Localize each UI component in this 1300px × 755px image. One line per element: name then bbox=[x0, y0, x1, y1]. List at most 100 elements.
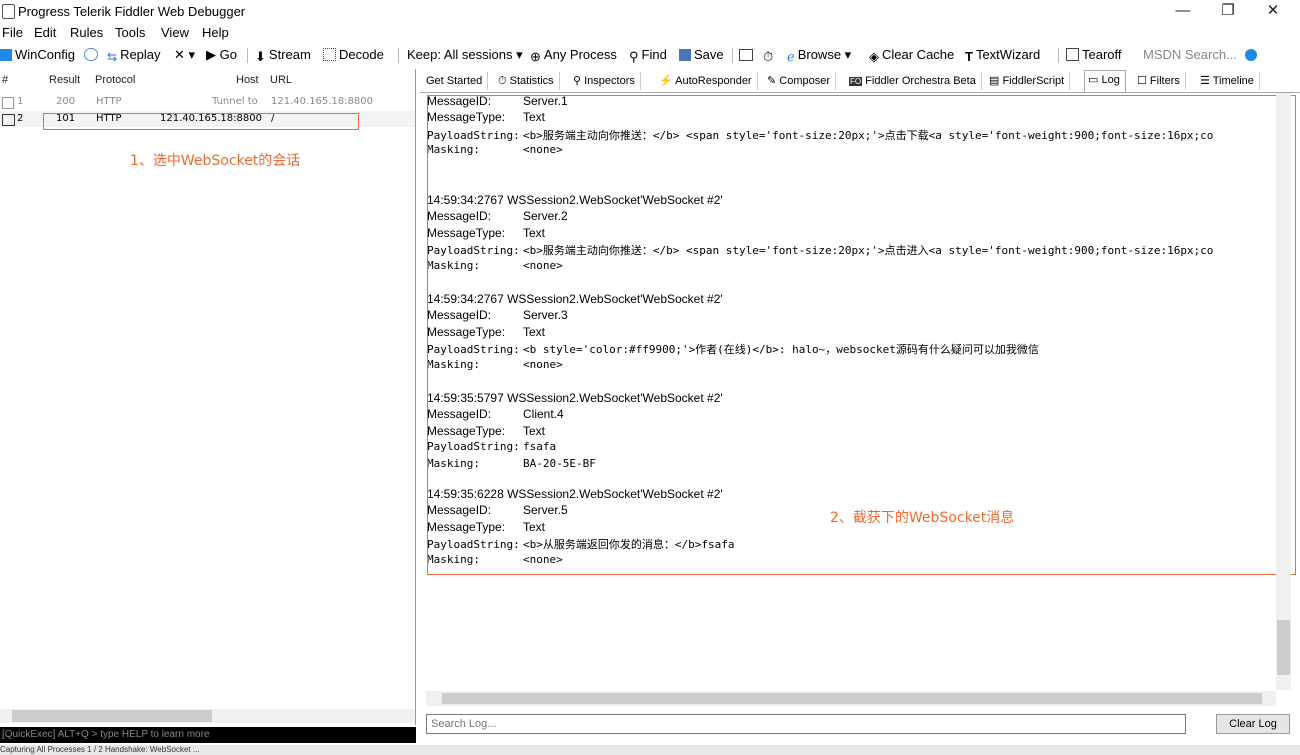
tab-fiddler-orchestra[interactable]: FO Fiddler Orchestra Beta bbox=[846, 72, 982, 90]
column-header-protocol[interactable]: Protocol bbox=[95, 74, 135, 86]
decode-button[interactable]: Decode bbox=[323, 47, 384, 62]
tab-get-started[interactable]: Get Started bbox=[423, 72, 489, 90]
toolbar: WinConfig ⇆ Replay ✕ ▾ ▶ Go ⬇ Stream Decod… bbox=[0, 43, 1300, 67]
help-button[interactable] bbox=[1245, 47, 1260, 62]
title-bar: Progress Telerik Fiddler Web Debugger — … bbox=[0, 0, 1300, 22]
tearoff-icon bbox=[1066, 48, 1079, 61]
column-header-host[interactable]: Host bbox=[236, 74, 259, 86]
tearoff-button[interactable]: Tearoff bbox=[1066, 47, 1122, 62]
stopwatch-icon: ⏱ bbox=[498, 75, 510, 87]
toolbar-separator bbox=[247, 48, 248, 63]
menu-file[interactable]: File bbox=[2, 25, 23, 40]
tab-inspectors-label: Inspectors bbox=[584, 75, 635, 87]
stream-button[interactable]: ⬇ Stream bbox=[255, 47, 311, 64]
log-icon: ▭ bbox=[1088, 74, 1102, 86]
decode-icon bbox=[323, 48, 336, 61]
tearoff-label: Tearoff bbox=[1082, 47, 1122, 62]
timer-button[interactable]: ⏱ bbox=[763, 47, 776, 64]
eraser-icon: ◈ bbox=[869, 49, 879, 64]
decode-label: Decode bbox=[339, 47, 384, 62]
winconfig-label: WinConfig bbox=[15, 47, 75, 62]
any-process-label: Any Process bbox=[543, 47, 617, 62]
composer-icon: ✎ bbox=[767, 75, 780, 87]
session-row[interactable]: 1 200 HTTP Tunnel to 121.40.165.18:8800 bbox=[0, 94, 415, 110]
msdn-search-input[interactable]: MSDN Search... bbox=[1143, 47, 1237, 62]
tab-log[interactable]: ▭ Log bbox=[1084, 70, 1126, 92]
log-vscrollbar[interactable] bbox=[1276, 93, 1291, 690]
camera-icon bbox=[739, 49, 753, 61]
help-icon bbox=[1245, 49, 1257, 61]
save-label: Save bbox=[694, 47, 724, 62]
inspector-tabs: Get Started ⏱ Statistics ⚲ Inspectors ⚡ … bbox=[420, 70, 1300, 93]
menu-edit[interactable]: Edit bbox=[34, 25, 56, 40]
scroll-thumb[interactable] bbox=[12, 710, 212, 722]
minimize-button[interactable]: — bbox=[1160, 0, 1206, 22]
timer-icon: ⏱ bbox=[763, 49, 774, 64]
windows-icon bbox=[0, 49, 12, 61]
session-host: Tunnel to bbox=[212, 96, 258, 107]
tab-timeline-label: Timeline bbox=[1212, 75, 1254, 87]
session-num: 1 bbox=[17, 96, 24, 107]
tab-inspectors[interactable]: ⚲ Inspectors bbox=[570, 72, 641, 90]
screenshot-button[interactable] bbox=[739, 47, 756, 62]
menu-tools[interactable]: Tools bbox=[115, 25, 145, 40]
toolbar-separator bbox=[398, 48, 399, 63]
tab-fiddlerscript[interactable]: ▤ FiddlerScript bbox=[986, 72, 1071, 90]
remove-button[interactable]: ✕ ▾ bbox=[174, 47, 195, 63]
scroll-thumb[interactable] bbox=[442, 693, 1262, 704]
script-icon: ▤ bbox=[989, 75, 1003, 87]
websocket-session-icon bbox=[2, 114, 15, 126]
timeline-icon: ☰ bbox=[1200, 75, 1213, 87]
highlight-box-messages bbox=[427, 95, 1296, 575]
log-hscrollbar[interactable] bbox=[426, 691, 1276, 706]
column-header-url[interactable]: URL bbox=[270, 74, 292, 86]
status-bar: Capturing All Processes 1 / 2 Handshake:… bbox=[0, 745, 1300, 755]
tab-log-label: Log bbox=[1101, 74, 1120, 86]
search-log-input[interactable] bbox=[426, 714, 1186, 734]
session-list-pane: # Result Protocol Host URL 1 200 HTTP Tu… bbox=[0, 69, 416, 725]
clear-cache-button[interactable]: ◈ Clear Cache bbox=[869, 47, 954, 64]
session-protocol: HTTP bbox=[96, 96, 122, 107]
toolbar-separator bbox=[732, 48, 733, 63]
highlight-box-session bbox=[43, 113, 359, 130]
menu-help[interactable]: Help bbox=[202, 25, 229, 40]
menu-view[interactable]: View bbox=[161, 25, 189, 40]
tab-autoresponder-label: AutoResponder bbox=[675, 75, 752, 87]
inspect-icon: ⚲ bbox=[573, 75, 585, 87]
session-list-hscrollbar[interactable] bbox=[0, 709, 415, 723]
fiddler-app-icon bbox=[2, 4, 15, 19]
annotation-select-session: 1、选中WebSocket的会话 bbox=[130, 153, 301, 169]
session-url: 121.40.165.18:8800 bbox=[271, 96, 373, 107]
tab-timeline[interactable]: ☰ Timeline bbox=[1197, 72, 1260, 90]
winconfig-button[interactable]: WinConfig bbox=[0, 47, 75, 62]
scroll-thumb[interactable] bbox=[1277, 620, 1290, 675]
go-button[interactable]: ▶ Go bbox=[206, 47, 237, 63]
tab-filters[interactable]: ☐ Filters bbox=[1134, 72, 1186, 90]
maximize-button[interactable]: ❐ bbox=[1205, 0, 1251, 22]
column-header-result[interactable]: Result bbox=[49, 74, 80, 86]
quickexec-input[interactable]: [QuickExec] ALT+Q > type HELP to learn m… bbox=[0, 727, 416, 743]
save-button[interactable]: Save bbox=[679, 47, 724, 62]
comment-icon bbox=[84, 48, 98, 61]
find-button[interactable]: ⚲ Find bbox=[629, 47, 667, 64]
replay-button[interactable]: ⇆ Replay bbox=[107, 47, 161, 64]
tab-composer-label: Composer bbox=[779, 75, 831, 87]
crosshair-icon: ⊕ bbox=[530, 49, 541, 64]
browse-button[interactable]: ℯ Browse ▾ bbox=[787, 47, 852, 64]
checkbox-icon: ☐ bbox=[1137, 75, 1150, 87]
column-header-num[interactable]: # bbox=[2, 74, 8, 86]
textwizard-button[interactable]: T TextWizard bbox=[965, 47, 1040, 64]
any-process-button[interactable]: ⊕ Any Process bbox=[530, 47, 617, 64]
window-title: Progress Telerik Fiddler Web Debugger bbox=[18, 4, 246, 19]
close-button[interactable]: ✕ bbox=[1250, 0, 1296, 22]
fo-icon: FO bbox=[849, 77, 863, 86]
keep-sessions-dropdown[interactable]: Keep: All sessions ▾ bbox=[407, 47, 523, 63]
tab-autoresponder[interactable]: ⚡ AutoResponder bbox=[656, 72, 758, 90]
tab-composer[interactable]: ✎ Composer bbox=[764, 72, 837, 90]
stream-icon: ⬇ bbox=[255, 49, 266, 64]
menu-rules[interactable]: Rules bbox=[70, 25, 103, 40]
comment-button[interactable] bbox=[84, 47, 101, 62]
tab-statistics[interactable]: ⏱ Statistics bbox=[495, 72, 560, 90]
clear-log-button[interactable]: Clear Log bbox=[1216, 714, 1290, 734]
browse-label: Browse ▾ bbox=[797, 47, 852, 62]
